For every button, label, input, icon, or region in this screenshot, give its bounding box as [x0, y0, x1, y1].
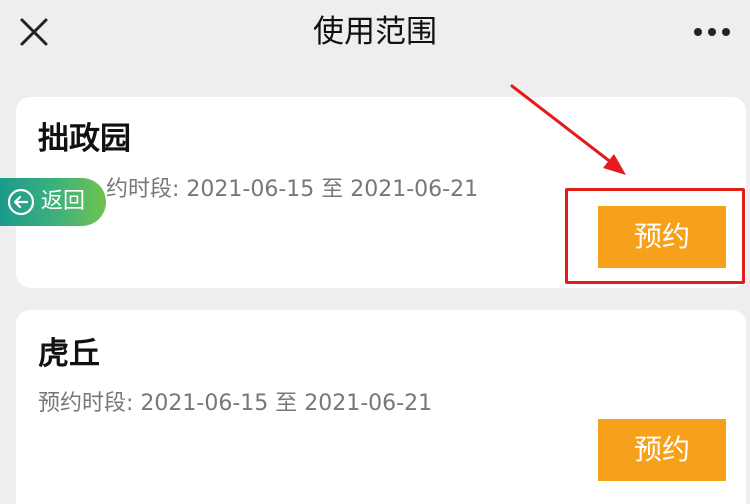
arrow-left-circle-icon — [7, 188, 35, 216]
page-title: 使用范围 — [313, 14, 437, 50]
back-label: 返回 — [41, 189, 86, 214]
reservation-period: 预约时段: 2021-06-15 至 2021-06-21 — [38, 389, 432, 419]
period-label: 约时段: — [106, 177, 187, 202]
back-button[interactable]: 返回 — [0, 178, 106, 226]
more-button[interactable] — [690, 20, 734, 44]
reserve-button[interactable]: 预约 — [598, 419, 726, 481]
reservation-period: 约时段: 2021-06-15 至 2021-06-21 — [106, 175, 478, 205]
period-dates: 2021-06-15 至 2021-06-21 — [186, 177, 479, 202]
period-dates: 2021-06-15 至 2021-06-21 — [140, 391, 433, 416]
venue-card: 拙政园 约时段: 2021-06-15 至 2021-06-21 预约 — [16, 97, 746, 288]
venue-card: 虎丘 预约时段: 2021-06-15 至 2021-06-21 预约 — [16, 310, 746, 504]
top-nav-bar: 使用范围 — [0, 0, 750, 68]
venue-name: 拙政园 — [38, 121, 131, 157]
venue-name: 虎丘 — [38, 336, 100, 372]
more-icon — [694, 28, 730, 36]
period-label: 预约时段: — [38, 391, 141, 416]
reserve-button[interactable]: 预约 — [598, 206, 726, 268]
